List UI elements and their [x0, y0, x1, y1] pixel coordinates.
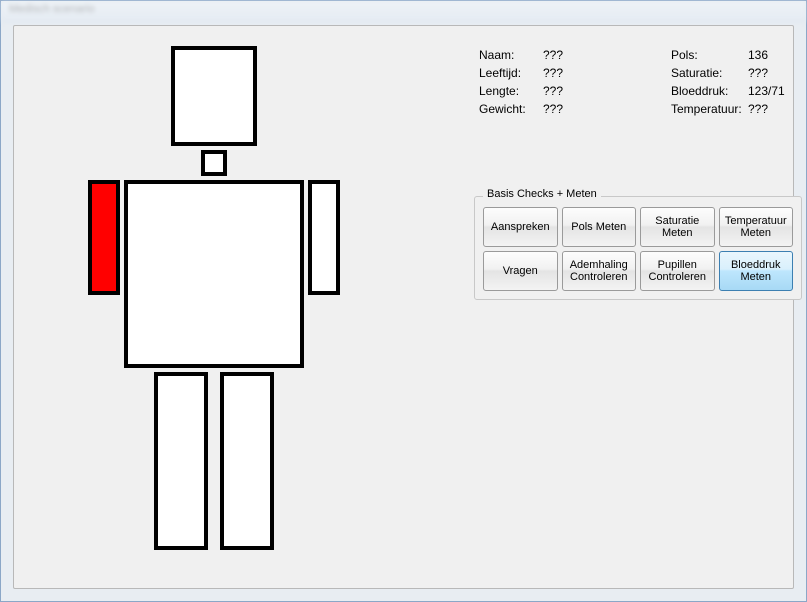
pols-meten-button[interactable]: Pols Meten [562, 207, 637, 247]
value-bloeddruk: 123/71 [748, 82, 793, 100]
value-naam: ??? [543, 46, 671, 64]
label-bloeddruk: Bloeddruk: [671, 82, 748, 100]
label-gewicht: Gewicht: [479, 100, 543, 118]
label-leeftijd: Leeftijd: [479, 64, 543, 82]
body-figure [74, 46, 354, 576]
label-lengte: Lengte: [479, 82, 543, 100]
value-pols: 136 [748, 46, 793, 64]
value-leeftijd: ??? [543, 64, 671, 82]
main-panel: Naam: ??? Pols: 136 Leeftijd: ??? Satura… [13, 25, 794, 589]
patient-info: Naam: ??? Pols: 136 Leeftijd: ??? Satura… [479, 46, 793, 118]
body-head[interactable] [171, 46, 257, 146]
body-upper-arm-left-patient[interactable] [308, 180, 340, 295]
bloeddruk-meten-button[interactable]: Bloeddruk Meten [719, 251, 794, 291]
group-basis-checks: Basis Checks + Meten Aanspreken Pols Met… [474, 196, 802, 300]
body-upper-arm-right-patient[interactable] [88, 180, 120, 295]
value-gewicht: ??? [543, 100, 671, 118]
value-saturatie: ??? [748, 64, 793, 82]
app-window: Medisch scenario Naam: ??? Pols: 136 Lee… [0, 0, 807, 602]
title-bar: Medisch scenario [1, 1, 806, 22]
saturatie-meten-button[interactable]: Saturatie Meten [640, 207, 715, 247]
value-lengte: ??? [543, 82, 671, 100]
body-neck[interactable] [201, 150, 227, 176]
label-naam: Naam: [479, 46, 543, 64]
body-torso[interactable] [124, 180, 304, 368]
group-title: Basis Checks + Meten [483, 188, 601, 200]
label-saturatie: Saturatie: [671, 64, 748, 82]
aanspreken-button[interactable]: Aanspreken [483, 207, 558, 247]
label-temperatuur: Temperatuur: [671, 100, 748, 118]
body-leg-left-patient[interactable] [220, 372, 274, 550]
label-pols: Pols: [671, 46, 748, 64]
body-leg-right-patient[interactable] [154, 372, 208, 550]
ademhaling-controleren-button[interactable]: Ademhaling Controleren [562, 251, 637, 291]
pupillen-controleren-button[interactable]: Pupillen Controleren [640, 251, 715, 291]
temperatuur-meten-button[interactable]: Temperatuur Meten [719, 207, 794, 247]
vragen-button[interactable]: Vragen [483, 251, 558, 291]
value-temperatuur: ??? [748, 100, 793, 118]
